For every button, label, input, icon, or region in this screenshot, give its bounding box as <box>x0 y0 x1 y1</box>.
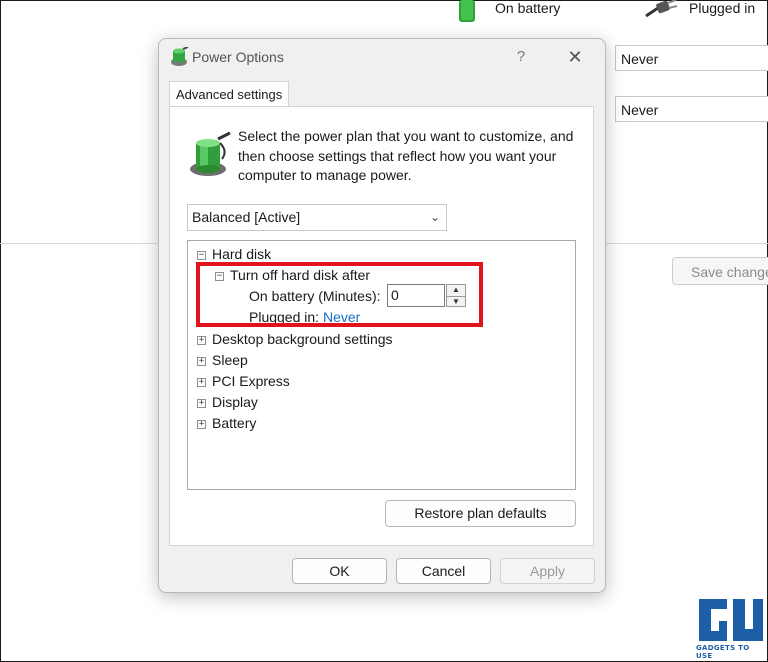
expand-icon[interactable]: + <box>197 378 206 387</box>
tree-item-hard-disk[interactable]: Hard disk <box>212 246 271 263</box>
dialog-title: Power Options <box>192 49 284 65</box>
tree-item-display[interactable]: Display <box>212 394 258 411</box>
chevron-down-icon: ⌄ <box>429 210 440 224</box>
advanced-settings-panel: Select the power plan that you want to c… <box>169 106 594 546</box>
ok-button[interactable]: OK <box>292 558 387 584</box>
power-options-dialog: Power Options ? ✕ Advanced settings Sele… <box>158 38 606 593</box>
watermark-text: GADGETS TO USE <box>696 644 750 660</box>
save-changes-button[interactable]: Save change <box>672 257 768 285</box>
restore-plan-defaults-button[interactable]: Restore plan defaults <box>385 500 576 527</box>
dialog-titlebar[interactable]: Power Options ? ✕ <box>159 39 605 77</box>
close-button[interactable]: ✕ <box>563 45 587 69</box>
power-options-icon <box>171 47 189 66</box>
divider <box>0 243 160 244</box>
power-plan-select[interactable]: Balanced [Active] ⌄ <box>187 204 447 231</box>
expand-icon[interactable]: + <box>197 336 206 345</box>
on-battery-column-header: On battery <box>495 0 561 16</box>
expand-icon[interactable]: + <box>197 357 206 366</box>
tab-advanced-settings[interactable]: Advanced settings <box>169 81 289 107</box>
power-plan-icon <box>190 131 231 176</box>
battery-icon <box>459 0 475 22</box>
tree-item-pci-express[interactable]: PCI Express <box>212 373 290 390</box>
battery-sleep-select[interactable]: Never <box>615 45 768 71</box>
tree-item-desktop-background[interactable]: Desktop background settings <box>212 331 393 348</box>
divider <box>604 243 768 244</box>
plug-icon <box>645 0 678 18</box>
apply-button[interactable]: Apply <box>500 558 595 584</box>
description-text: Select the power plan that you want to c… <box>238 128 574 183</box>
cancel-button[interactable]: Cancel <box>396 558 491 584</box>
red-highlight-box <box>196 262 483 327</box>
expand-icon[interactable]: + <box>197 399 206 408</box>
tree-item-sleep[interactable]: Sleep <box>212 352 248 369</box>
tree-item-battery[interactable]: Battery <box>212 415 256 432</box>
settings-tree: − Hard disk − Turn off hard disk after O… <box>187 240 576 490</box>
plugged-in-column-header: Plugged in <box>689 0 756 16</box>
plugged-sleep-select[interactable]: Never <box>615 96 768 122</box>
power-plan-value: Balanced [Active] <box>192 209 301 225</box>
collapse-icon[interactable]: − <box>197 251 206 260</box>
expand-icon[interactable]: + <box>197 420 206 429</box>
help-button[interactable]: ? <box>511 45 531 69</box>
